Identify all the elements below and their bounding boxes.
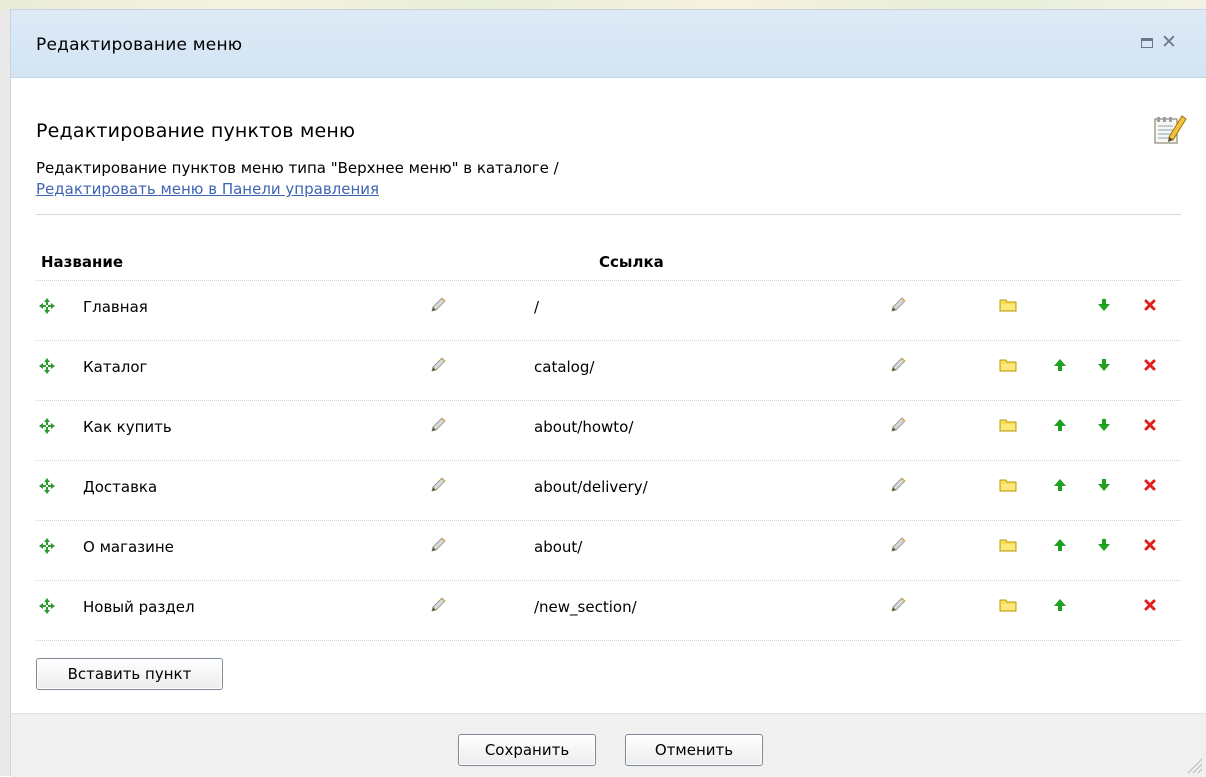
menu-item-name: Как купить [83,418,172,436]
arrow-down-icon[interactable] [1096,417,1112,433]
arrow-down-icon[interactable] [1096,477,1112,493]
menu-item-name: Доставка [83,478,158,496]
dialog-footer: Сохранить Отменить [11,713,1206,777]
folder-icon[interactable] [999,477,1017,493]
arrow-down-icon[interactable] [1096,297,1112,313]
section-description: Редактирование пунктов меню типа "Верхне… [36,159,559,177]
move-arrows-icon[interactable] [39,598,55,614]
arrow-up-icon[interactable] [1052,357,1068,373]
move-arrows-icon[interactable] [39,358,55,374]
table-row: О магазине about/ [36,520,1181,580]
table-row: Как купить about/howto/ [36,400,1181,460]
background-left-edge [0,10,10,776]
arrow-up-icon[interactable] [1052,597,1068,613]
menu-item-link: catalog/ [534,358,595,376]
dialog-titlebar[interactable]: Редактирование меню ✕ [11,10,1206,78]
folder-icon[interactable] [999,357,1017,373]
menu-item-link: /new_section/ [534,598,637,616]
edit-link-pencil-icon[interactable] [889,296,907,314]
folder-icon[interactable] [999,537,1017,553]
folder-icon[interactable] [999,417,1017,433]
delete-x-icon[interactable] [1142,297,1158,313]
menu-item-link: about/ [534,538,583,556]
table-row: Новый раздел/new_section/ [36,580,1181,640]
section-title: Редактирование пунктов меню [36,120,356,142]
edit-link-pencil-icon[interactable] [889,536,907,554]
resize-grip-icon[interactable] [1183,754,1203,774]
edit-name-pencil-icon[interactable] [429,476,447,494]
table-row: Каталог catalog/ [36,340,1181,400]
move-arrows-icon[interactable] [39,538,55,554]
close-icon[interactable]: ✕ [1161,32,1177,52]
column-header-name: Название [41,253,124,271]
move-arrows-icon[interactable] [39,418,55,434]
edit-link-pencil-icon[interactable] [889,596,907,614]
delete-x-icon[interactable] [1142,537,1158,553]
arrow-down-icon[interactable] [1096,537,1112,553]
edit-name-pencil-icon[interactable] [429,296,447,314]
edit-link-pencil-icon[interactable] [889,476,907,494]
folder-icon[interactable] [999,597,1017,613]
arrow-up-icon[interactable] [1052,417,1068,433]
column-header-link: Ссылка [599,253,664,271]
menu-item-name: Новый раздел [83,598,195,616]
edit-name-pencil-icon[interactable] [429,536,447,554]
row-separator [36,640,1181,641]
save-button[interactable]: Сохранить [458,734,596,766]
arrow-up-icon[interactable] [1052,537,1068,553]
edit-link-pencil-icon[interactable] [889,416,907,434]
insert-item-button[interactable]: Вставить пункт [36,658,223,690]
menu-item-link: about/delivery/ [534,478,648,496]
edit-menu-dialog: Редактирование меню ✕ Редактирование пун… [10,9,1206,777]
move-arrows-icon[interactable] [39,298,55,314]
menu-item-name: Каталог [83,358,148,376]
menu-item-link: about/howto/ [534,418,634,436]
table-row: Доставка about/delivery/ [36,460,1181,520]
edit-link-pencil-icon[interactable] [889,356,907,374]
menu-item-name: О магазине [83,538,174,556]
maximize-icon[interactable] [1141,38,1153,48]
edit-name-pencil-icon[interactable] [429,416,447,434]
header-divider [36,214,1181,215]
delete-x-icon[interactable] [1142,477,1158,493]
edit-name-pencil-icon[interactable] [429,596,447,614]
edit-name-pencil-icon[interactable] [429,356,447,374]
delete-x-icon[interactable] [1142,597,1158,613]
delete-x-icon[interactable] [1142,417,1158,433]
menu-item-link: / [534,298,540,316]
move-arrows-icon[interactable] [39,478,55,494]
arrow-down-icon[interactable] [1096,357,1112,373]
delete-x-icon[interactable] [1142,357,1158,373]
arrow-up-icon[interactable] [1052,477,1068,493]
folder-icon[interactable] [999,297,1017,313]
notepad-edit-icon [1154,115,1187,144]
dialog-title: Редактирование меню [36,35,243,55]
control-panel-link[interactable]: Редактировать меню в Панели управления [36,180,379,198]
cancel-button[interactable]: Отменить [625,734,763,766]
menu-item-name: Главная [83,298,148,316]
table-row: Главная / [36,280,1181,340]
